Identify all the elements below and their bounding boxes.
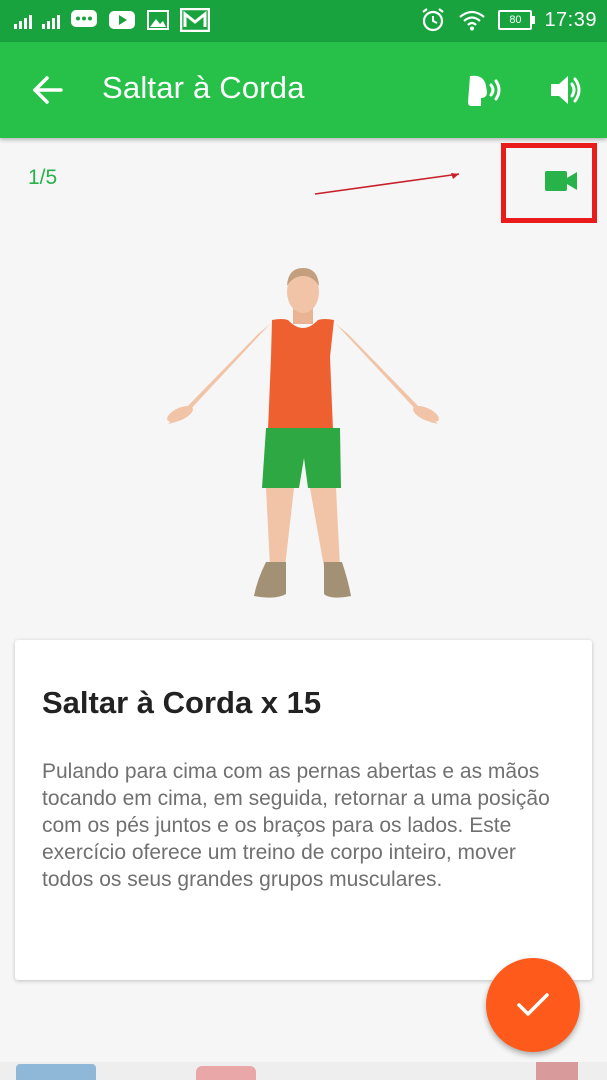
battery-level: 80	[509, 14, 522, 26]
preview-thumbnail-center	[196, 1066, 256, 1080]
preview-thumbnail-right	[536, 1062, 578, 1080]
wifi-icon	[459, 10, 486, 31]
status-left-icons	[14, 8, 210, 32]
status-bar: 80 17:39	[0, 0, 607, 42]
exercise-title: Saltar à Corda x 15	[42, 685, 322, 720]
status-time: 17:39	[544, 8, 597, 31]
exercise-figure-illustration	[167, 268, 439, 598]
alarm-icon	[422, 8, 445, 32]
exercise-description: Pulando para cima com as pernas abertas …	[42, 760, 550, 891]
next-content-preview	[0, 1062, 607, 1080]
voice-coach-icon[interactable]	[462, 72, 506, 112]
exercise-card: Saltar à Corda x 15 Pulando para cima co…	[15, 640, 592, 980]
youtube-icon	[109, 11, 135, 29]
signal-sim2-icon	[42, 11, 60, 29]
exercise-counter: 1/5	[28, 166, 58, 189]
preview-thumbnail-left	[16, 1064, 96, 1080]
video-button-highlight[interactable]	[501, 143, 597, 223]
status-right-icons: 80 17:39	[420, 7, 597, 33]
gmail-icon	[180, 8, 210, 32]
app-bar: Saltar à Corda	[0, 42, 607, 138]
signal-sim1-icon	[14, 11, 32, 29]
message-icon	[71, 10, 97, 27]
sound-icon[interactable]	[548, 72, 584, 108]
back-arrow-icon[interactable]	[30, 72, 66, 108]
check-icon	[517, 993, 549, 1016]
gallery-icon	[147, 10, 169, 30]
battery-icon: 80	[498, 10, 536, 30]
annotation-arrow	[314, 173, 460, 195]
video-camera-icon[interactable]	[544, 169, 578, 193]
page-title: Saltar à Corda	[102, 70, 305, 105]
done-fab-button[interactable]	[486, 958, 580, 1052]
